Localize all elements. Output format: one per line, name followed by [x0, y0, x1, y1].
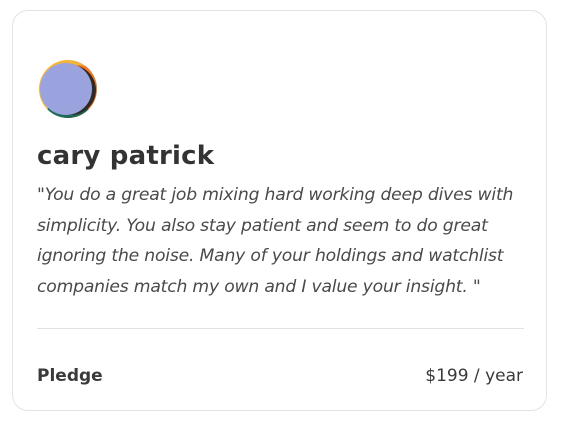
pledge-label: Pledge [37, 366, 103, 386]
pledge-price: $199 / year [425, 366, 523, 386]
testimonial-author-name: cary patrick [37, 141, 215, 171]
testimonial-quote: "You do a great job mixing hard working … [37, 185, 514, 297]
divider [37, 328, 524, 329]
testimonial-card: cary patrick "You do a great job mixing … [12, 10, 547, 411]
avatar-circle-icon [39, 60, 97, 118]
avatar [38, 59, 98, 119]
